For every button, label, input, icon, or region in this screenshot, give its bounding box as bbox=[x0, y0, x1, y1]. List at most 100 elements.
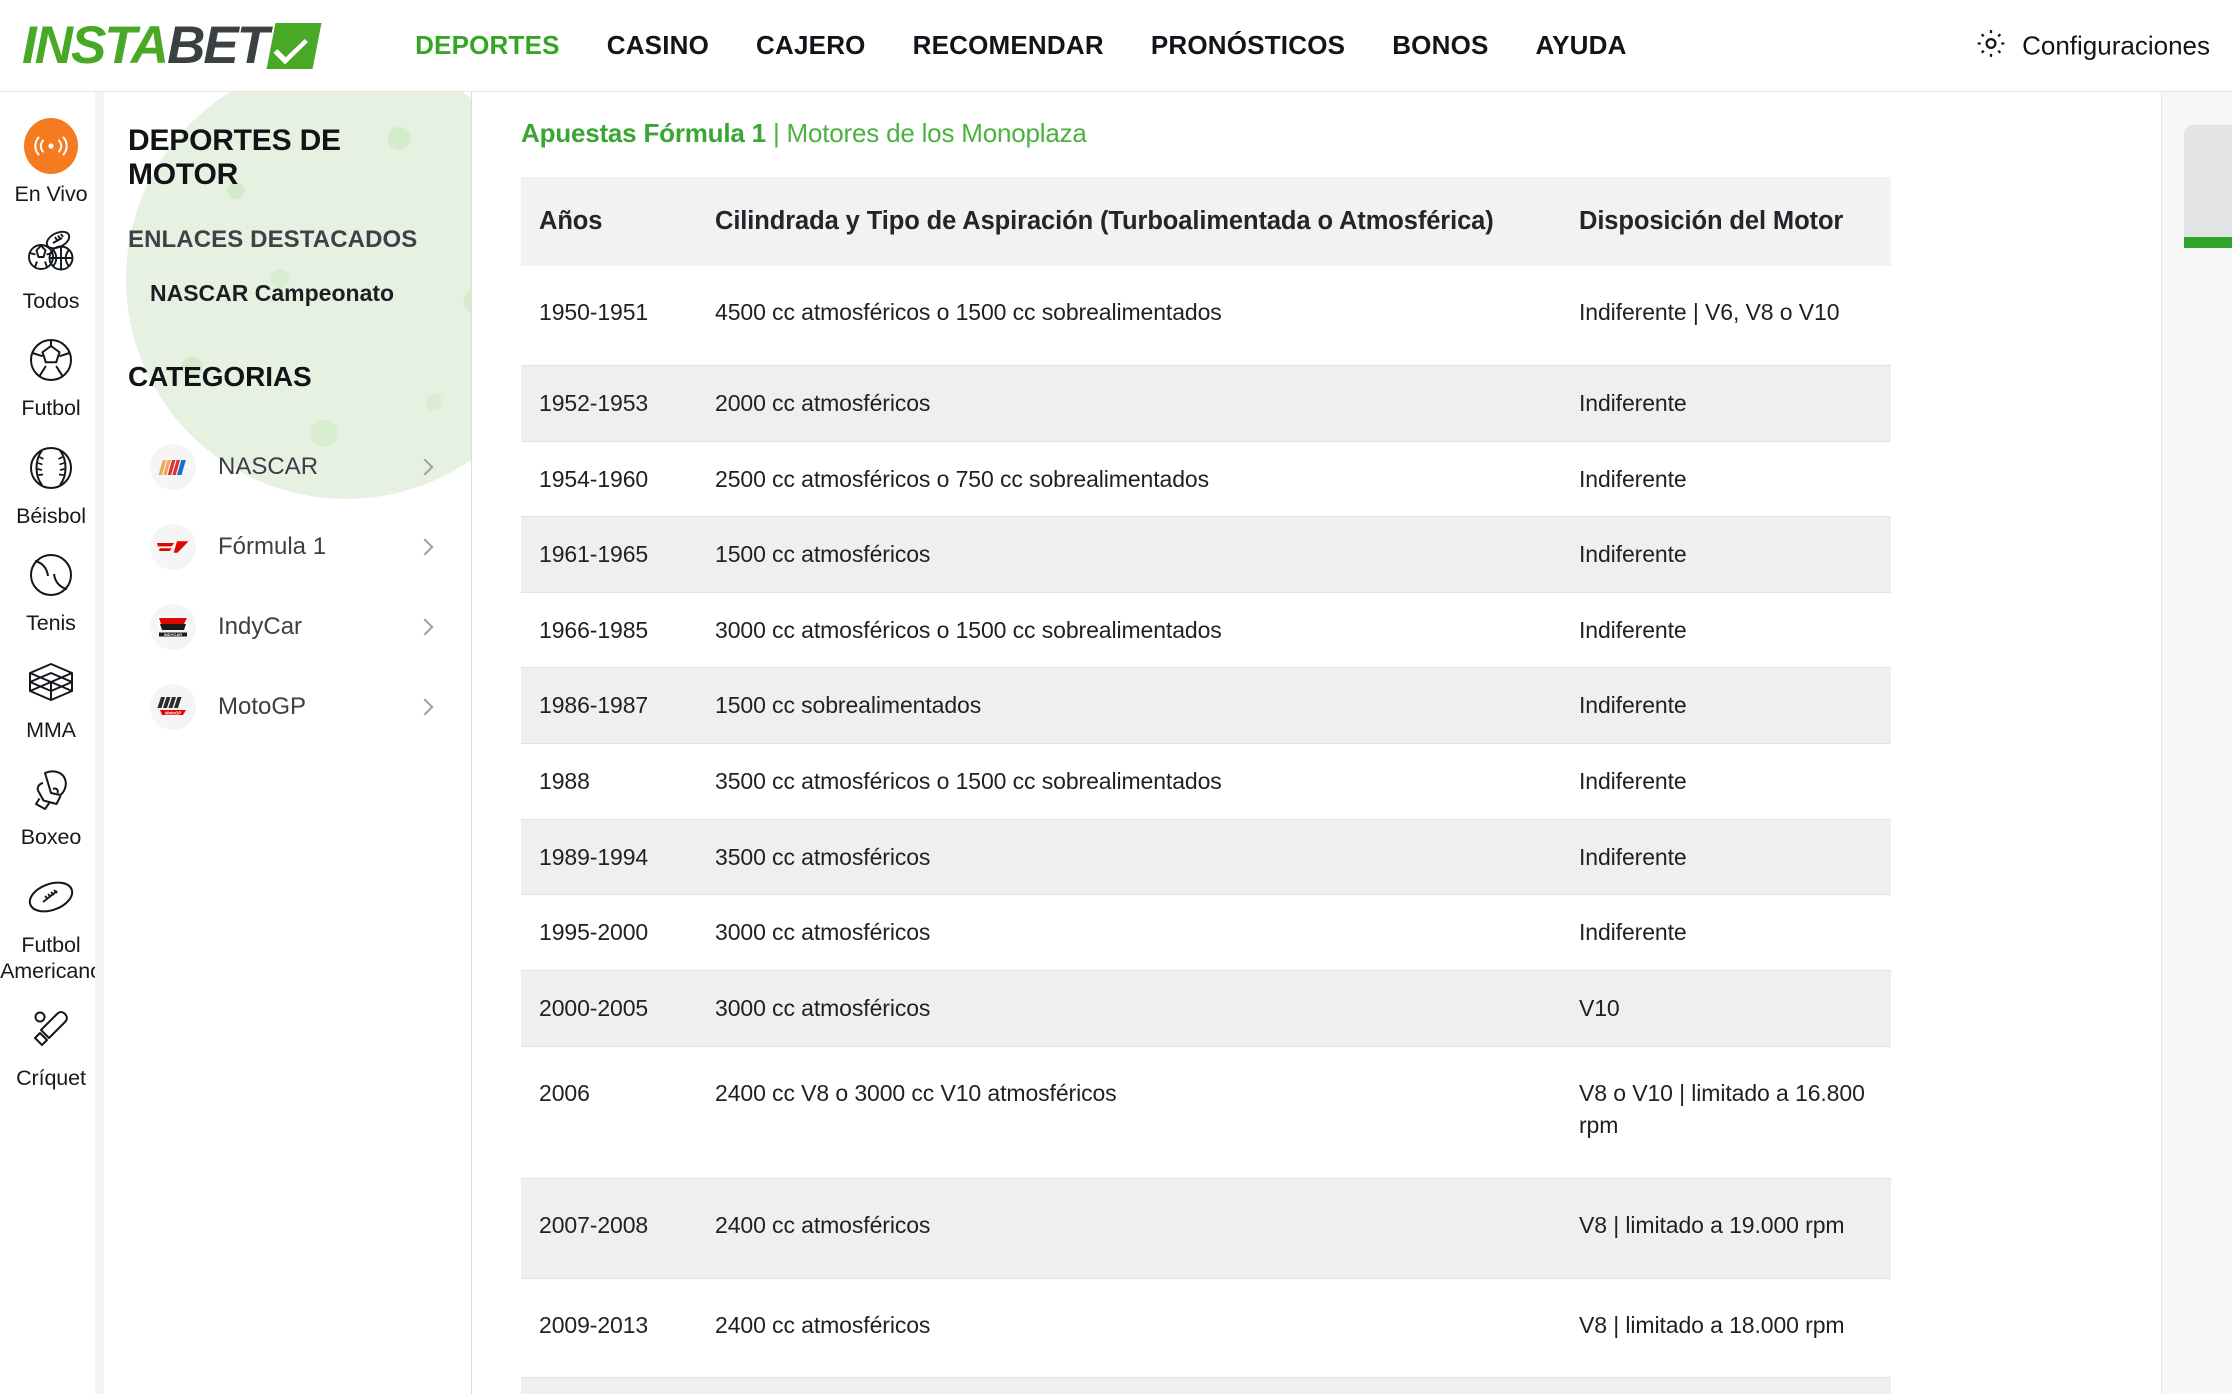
svg-text:INDYCAR: INDYCAR bbox=[164, 632, 182, 637]
nav-item-deportes[interactable]: DEPORTES bbox=[415, 30, 560, 61]
category-item-nascar[interactable]: NASCAR bbox=[128, 427, 447, 507]
nav-item-pronosticos[interactable]: PRONÓSTICOS bbox=[1151, 30, 1345, 61]
cell-anos: 1950-1951 bbox=[539, 299, 649, 326]
cell-cilindrada: 3500 cc atmosféricos o 1500 cc sobrealim… bbox=[715, 768, 1222, 795]
column-header-cilindrada: Cilindrada y Tipo de Aspiración (Turboal… bbox=[697, 177, 1561, 267]
cell-cilindrada: 3000 cc atmosféricos o 1500 cc sobrealim… bbox=[715, 616, 1222, 643]
rail-item-criquet[interactable]: Críquet bbox=[0, 994, 102, 1101]
nav-item-recomendar[interactable]: RECOMENDAR bbox=[913, 30, 1104, 61]
brand-logo[interactable]: INSTABET bbox=[22, 16, 322, 76]
tennis-ball-icon bbox=[24, 548, 78, 602]
chevron-right-icon bbox=[416, 538, 434, 556]
rail-item-en-vivo[interactable]: En Vivo bbox=[0, 110, 102, 217]
cell-cilindrada: 4500 cc atmosféricos o 1500 cc sobrealim… bbox=[715, 299, 1222, 326]
main-content: Apuestas Fórmula 1 | Motores de los Mono… bbox=[473, 92, 2161, 1394]
table-body: 1950-1951 4500 cc atmosféricos o 1500 cc … bbox=[521, 266, 1891, 1394]
cell-anos: 2006 bbox=[539, 1079, 590, 1106]
cell-anos: 1961-1965 bbox=[539, 541, 649, 568]
cell-disposicion: Indiferente bbox=[1579, 692, 1687, 719]
rail-item-futbol-americano[interactable]: Futbol Americano bbox=[0, 861, 102, 994]
table-row: 2007-2008 2400 cc atmosféricos V8 | limita… bbox=[521, 1178, 1891, 1279]
right-side-panel[interactable] bbox=[2161, 92, 2232, 1394]
rail-label-en-vivo: En Vivo bbox=[14, 182, 88, 206]
table-row: 1952-1953 2000 cc atmosféricos Indiferente bbox=[521, 365, 1891, 441]
category-item-formula1[interactable]: Fórmula 1 bbox=[128, 507, 447, 587]
nascar-logo-icon bbox=[150, 444, 196, 490]
nav-item-casino[interactable]: CASINO bbox=[607, 30, 709, 61]
cell-anos: 2007-2008 bbox=[539, 1212, 649, 1239]
cell-disposicion: V10 bbox=[1579, 995, 1620, 1022]
cell-disposicion: Indiferente bbox=[1579, 389, 1687, 416]
breadcrumb-current[interactable]: Apuestas Fórmula 1 bbox=[521, 118, 766, 148]
categories-list: NASCAR Fórmula 1 INDYCAR IndyCar MotoGP … bbox=[128, 427, 447, 747]
rail-item-todos[interactable]: Todos bbox=[0, 217, 102, 324]
motogp-logo-icon: MotoGP bbox=[150, 684, 196, 730]
soccer-ball-icon bbox=[24, 333, 78, 387]
category-item-indycar[interactable]: INDYCAR IndyCar bbox=[128, 587, 447, 667]
rail-item-tenis[interactable]: Tenis bbox=[0, 539, 102, 646]
categories-heading: CATEGORIAS bbox=[128, 361, 312, 392]
chevron-right-icon bbox=[416, 458, 434, 476]
table-header-row: Años Cilindrada y Tipo de Aspiración (Tu… bbox=[521, 177, 1891, 267]
rail-label-criquet: Críquet bbox=[16, 1065, 86, 1090]
cell-disposicion: Indiferente bbox=[1579, 465, 1687, 492]
all-sports-balls-icon bbox=[24, 226, 78, 280]
cell-cilindrada: 3000 cc atmosféricos bbox=[715, 919, 931, 946]
cell-cilindrada: 2500 cc atmosféricos o 750 cc sobrealime… bbox=[715, 465, 1209, 492]
rail-scroll-gutter[interactable] bbox=[95, 92, 104, 1394]
brand-logo-bet: BET bbox=[167, 16, 269, 75]
check-box-icon bbox=[266, 22, 322, 69]
settings-button[interactable]: Configuraciones bbox=[1974, 26, 2210, 65]
table-row: 1966-1985 3000 cc atmosféricos o 1500 cc … bbox=[521, 592, 1891, 668]
cricket-bat-icon bbox=[24, 1003, 78, 1057]
cell-cilindrada: 3000 cc atmosféricos bbox=[715, 995, 931, 1022]
chevron-right-icon bbox=[416, 698, 434, 716]
cell-disposicion: Indiferente bbox=[1579, 919, 1687, 946]
nav-item-cajero[interactable]: CAJERO bbox=[756, 30, 866, 61]
rail-item-boxeo[interactable]: Boxeo bbox=[0, 753, 102, 860]
cell-cilindrada: 2400 cc atmosféricos bbox=[715, 1311, 931, 1338]
chevron-right-icon bbox=[416, 618, 434, 636]
cell-anos: 1989-1994 bbox=[539, 843, 649, 870]
cell-disposicion: V8 | limitado a 19.000 rpm bbox=[1579, 1212, 1845, 1239]
rail-item-mma[interactable]: MMA bbox=[0, 646, 102, 753]
cell-disposicion: Indiferente bbox=[1579, 616, 1687, 643]
cell-anos: 2014-Actual bbox=[521, 1378, 697, 1394]
brand-logo-insta: INSTA bbox=[22, 16, 169, 75]
table-row: 1995-2000 3000 cc atmosféricos Indiferente bbox=[521, 894, 1891, 971]
nav-item-ayuda[interactable]: AYUDA bbox=[1536, 30, 1627, 61]
featured-link-nascar-campeonato[interactable]: NASCAR Campeonato bbox=[150, 280, 447, 307]
nav-item-bonos[interactable]: BONOS bbox=[1392, 30, 1488, 61]
table-row: 1986-1987 1500 cc sobrealimentados Indifer… bbox=[521, 667, 1891, 744]
breadcrumb: Apuestas Fórmula 1 | Motores de los Mono… bbox=[521, 118, 2161, 149]
cell-disposicion: Indiferente bbox=[1579, 768, 1687, 795]
f1-engines-table: Años Cilindrada y Tipo de Aspiración (Tu… bbox=[521, 177, 1891, 1394]
category-label-nascar: NASCAR bbox=[218, 453, 319, 480]
american-football-icon bbox=[24, 870, 78, 924]
main-menu: DEPORTES CASINO CAJERO RECOMENDAR PRONÓS… bbox=[415, 30, 1627, 61]
cell-disposicion: V8 o V10 | limitado a 16.800 rpm bbox=[1579, 1079, 1865, 1139]
category-label-indycar: IndyCar bbox=[218, 613, 303, 640]
rail-label-mma: MMA bbox=[26, 718, 76, 743]
motorsports-sidebar: DEPORTES DE MOTOR ENLACES DESTACADOS NAS… bbox=[104, 92, 472, 1394]
cell-cilindrada: 1500 cc atmosféricos bbox=[715, 541, 931, 568]
rail-item-futbol[interactable]: Futbol bbox=[0, 324, 102, 431]
table-row: 2006 2400 cc V8 o 3000 cc V10 atmosférico… bbox=[521, 1046, 1891, 1179]
rail-label-boxeo: Boxeo bbox=[20, 825, 82, 850]
column-header-anos: Años bbox=[521, 177, 697, 267]
cell-anos: 1952-1953 bbox=[539, 389, 649, 416]
cell-cilindrada: 1600 cc turbo híbrido bbox=[697, 1378, 1561, 1394]
right-panel-card[interactable] bbox=[2184, 125, 2232, 237]
cell-cilindrada: 3500 cc atmosféricos bbox=[715, 843, 931, 870]
table-header: Años Cilindrada y Tipo de Aspiración (Tu… bbox=[521, 177, 1891, 267]
cell-cilindrada: 2400 cc V8 o 3000 cc V10 atmosféricos bbox=[715, 1079, 1117, 1106]
cell-disposicion: Indiferente | V6, V8 o V10 bbox=[1579, 299, 1840, 326]
svg-text:MotoGP: MotoGP bbox=[165, 710, 181, 715]
column-header-disposicion: Disposición del Motor bbox=[1561, 177, 1891, 267]
rail-item-beisbol[interactable]: Béisbol bbox=[0, 432, 102, 539]
sports-icon-rail: En Vivo Todos Futbol Béisbol Tenis MMA B… bbox=[0, 92, 103, 1394]
cell-anos: 1966-1985 bbox=[539, 616, 649, 643]
cell-anos: 1954-1960 bbox=[539, 465, 649, 492]
category-item-motogp[interactable]: MotoGP MotoGP bbox=[128, 667, 447, 747]
table-row: 1950-1951 4500 cc atmosféricos o 1500 cc … bbox=[521, 266, 1891, 366]
